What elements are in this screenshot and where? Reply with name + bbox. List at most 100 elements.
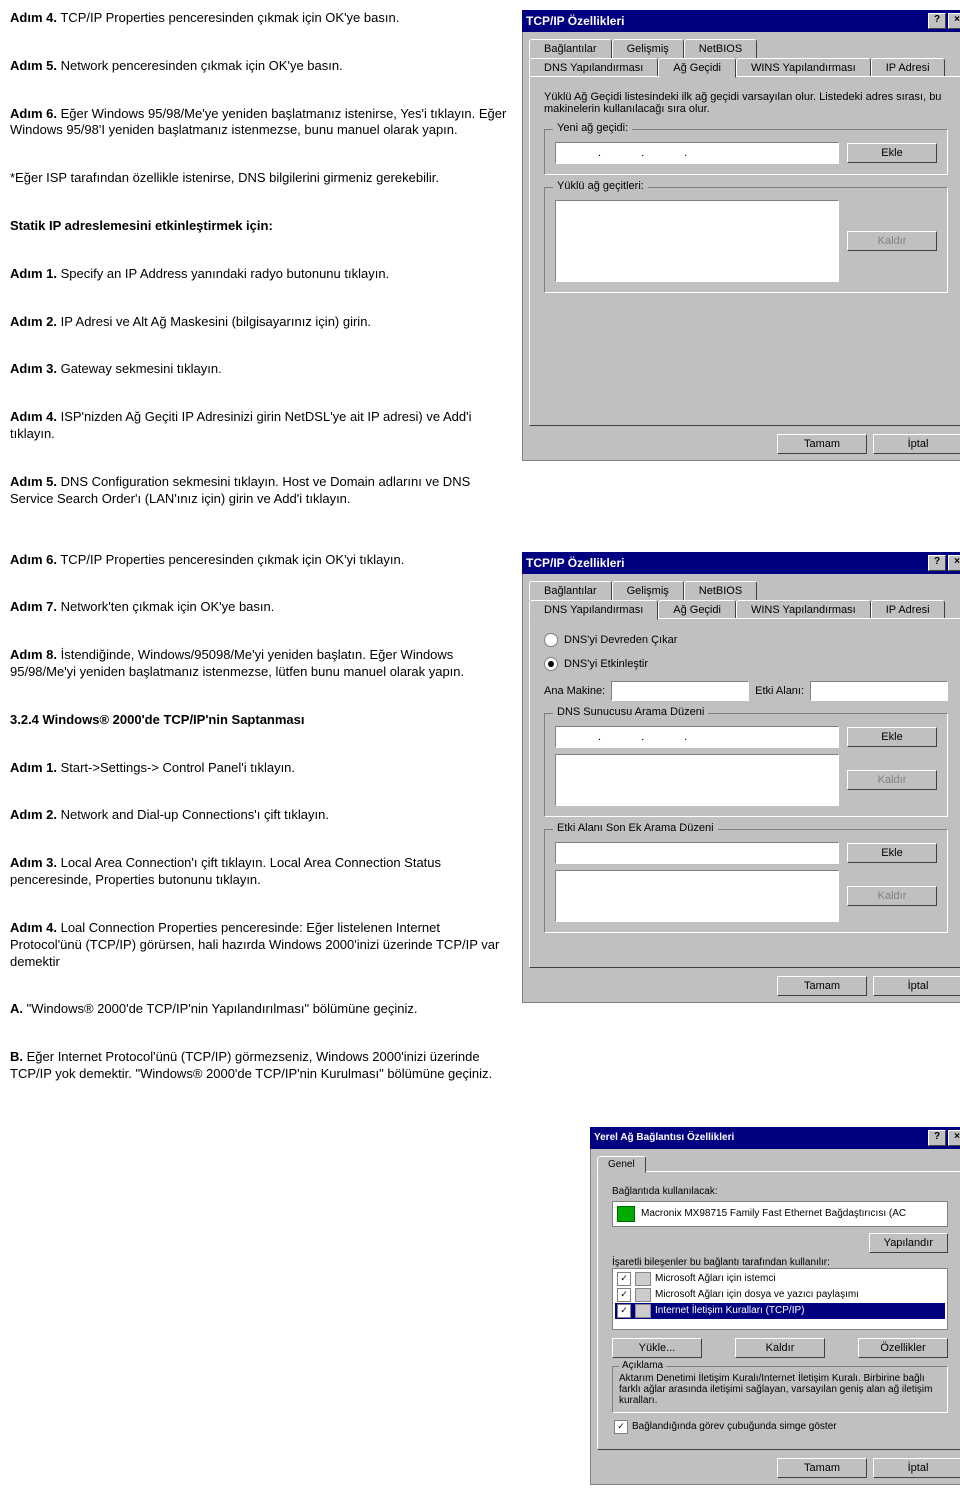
tab-wins[interactable]: WINS Yapılandırması: [736, 58, 871, 77]
suffix-list[interactable]: [555, 870, 839, 922]
step-label: Adım 5.: [10, 58, 57, 73]
lan-properties-dialog: Yerel Ağ Bağlantısı Özellikleri ? × Gene…: [590, 1127, 960, 1485]
remove-button[interactable]: Kaldır: [847, 231, 937, 251]
tab-gelismis[interactable]: Gelişmiş: [612, 39, 684, 58]
list-item[interactable]: ✓ Microsoft Ağları için dosya ve yazıcı …: [615, 1287, 945, 1303]
host-label: Ana Makine:: [544, 685, 605, 697]
tab-gelismis[interactable]: Gelişmiş: [612, 581, 684, 600]
tab-genel[interactable]: Genel: [597, 1156, 646, 1173]
tab-gateway[interactable]: Ağ Geçidi: [658, 58, 736, 78]
help-button[interactable]: ?: [928, 13, 946, 29]
help-button[interactable]: ?: [928, 555, 946, 571]
checkbox-icon[interactable]: ✓: [617, 1304, 631, 1318]
tab-ipadresi[interactable]: IP Adresi: [871, 58, 945, 77]
step-label: Adım 4.: [10, 409, 57, 424]
dns-list[interactable]: [555, 754, 839, 806]
host-input[interactable]: [611, 681, 749, 701]
dialog-titlebar: Yerel Ağ Bağlantısı Özellikleri ? ×: [590, 1127, 960, 1149]
tab-ipadresi[interactable]: IP Adresi: [871, 600, 945, 619]
instructions-section-1: Adım 4. TCP/IP Properties penceresinden …: [10, 10, 510, 522]
ip-input[interactable]: . . .: [555, 142, 839, 164]
close-button[interactable]: ×: [948, 555, 960, 571]
step-label: Adım 7.: [10, 599, 57, 614]
install-button[interactable]: Yükle...: [612, 1338, 702, 1358]
group-label: Yeni ağ geçidi:: [553, 122, 632, 134]
nic-icon: [617, 1206, 635, 1222]
remove-button[interactable]: Kaldır: [847, 886, 937, 906]
close-button[interactable]: ×: [948, 1130, 960, 1146]
dialog-title: TCP/IP Özellikleri: [526, 14, 624, 28]
suffix-input[interactable]: [555, 842, 839, 864]
gateways-list[interactable]: [555, 200, 839, 282]
nic-display: Macronix MX98715 Family Fast Ethernet Ba…: [612, 1201, 948, 1227]
component-icon: [635, 1272, 651, 1286]
uninstall-button[interactable]: Kaldır: [735, 1338, 825, 1358]
domain-label: Etki Alanı:: [755, 685, 804, 697]
tab-netbios[interactable]: NetBIOS: [684, 39, 757, 58]
group-label: Açıklama: [619, 1360, 666, 1371]
group-label: Yüklü ağ geçitleri:: [553, 180, 648, 192]
step-label: Adım 3.: [10, 855, 57, 870]
heading: 3.2.4 Windows® 2000'de TCP/IP'nin Saptan…: [10, 712, 510, 729]
ok-button[interactable]: Tamam: [777, 434, 867, 454]
components-list[interactable]: ✓ Microsoft Ağları için istemci ✓ Micros…: [612, 1268, 948, 1330]
item-label: A.: [10, 1001, 23, 1016]
domain-suffix-order-group: Etki Alanı Son Ek Arama Düzeni Ekle Kald…: [544, 829, 948, 933]
description-text: Aktarım Denetimi İletişim Kuralı/Interne…: [619, 1373, 941, 1406]
dialog-titlebar: TCP/IP Özellikleri ? ×: [522, 10, 960, 32]
installed-gateways-group: Yüklü ağ geçitleri: Kaldır: [544, 187, 948, 293]
new-gateway-group: Yeni ağ geçidi: . . . Ekle: [544, 129, 948, 175]
group-label: DNS Sunucusu Arama Düzeni: [553, 706, 708, 718]
step-label: Adım 5.: [10, 474, 57, 489]
dialog-titlebar: TCP/IP Özellikleri ? ×: [522, 552, 960, 574]
tab-wins[interactable]: WINS Yapılandırması: [736, 600, 871, 619]
step-label: Adım 1.: [10, 760, 57, 775]
tab-baglantilar[interactable]: Bağlantılar: [529, 39, 612, 58]
show-tray-checkbox[interactable]: ✓ Bağlandığında görev çubuğunda simge gö…: [612, 1419, 948, 1435]
step-label: Adım 6.: [10, 552, 57, 567]
checkbox-icon[interactable]: ✓: [617, 1288, 631, 1302]
tab-netbios[interactable]: NetBIOS: [684, 581, 757, 600]
step-label: Adım 6.: [10, 106, 57, 121]
cancel-button[interactable]: İptal: [873, 1458, 960, 1478]
step-label: Adım 3.: [10, 361, 57, 376]
ok-button[interactable]: Tamam: [777, 1458, 867, 1478]
checkbox-icon[interactable]: ✓: [614, 1420, 628, 1434]
ok-button[interactable]: Tamam: [777, 976, 867, 996]
properties-button[interactable]: Özellikler: [858, 1338, 948, 1358]
list-item-selected[interactable]: ✓ Internet İletişim Kuralları (TCP/IP): [615, 1303, 945, 1319]
add-button[interactable]: Ekle: [847, 843, 937, 863]
dialog-title: TCP/IP Özellikleri: [526, 556, 624, 570]
step-label: Adım 2.: [10, 314, 57, 329]
configure-button[interactable]: Yapılandır: [869, 1233, 948, 1253]
tab-description: Yüklü Ağ Geçidi listesindeki ilk ağ geçi…: [544, 91, 948, 115]
list-item[interactable]: ✓ Microsoft Ağları için istemci: [615, 1271, 945, 1287]
dns-ip-input[interactable]: . . .: [555, 726, 839, 748]
step-label: Adım 8.: [10, 647, 57, 662]
component-icon: [635, 1288, 651, 1302]
add-button[interactable]: Ekle: [847, 727, 937, 747]
tab-baglantilar[interactable]: Bağlantılar: [529, 581, 612, 600]
dns-server-order-group: DNS Sunucusu Arama Düzeni . . . Ekle Kal…: [544, 713, 948, 817]
tab-dns[interactable]: DNS Yapılandırması: [529, 58, 658, 77]
tab-gateway[interactable]: Ağ Geçidi: [658, 600, 736, 619]
add-button[interactable]: Ekle: [847, 143, 937, 163]
cancel-button[interactable]: İptal: [873, 434, 960, 454]
tab-dns[interactable]: DNS Yapılandırması: [529, 600, 658, 620]
component-icon: [635, 1304, 651, 1318]
close-button[interactable]: ×: [948, 13, 960, 29]
nic-name: Macronix MX98715 Family Fast Ethernet Ba…: [641, 1208, 906, 1219]
heading: Statik IP adreslemesini etkinleştirmek i…: [10, 218, 510, 235]
help-button[interactable]: ?: [928, 1130, 946, 1146]
note: *Eğer ISP tarafından özellikle istenirse…: [10, 170, 510, 187]
domain-input[interactable]: [810, 681, 948, 701]
tcpip-dns-dialog: TCP/IP Özellikleri ? × Bağlantılar Geliş…: [522, 552, 960, 1097]
checkbox-icon[interactable]: ✓: [617, 1272, 631, 1286]
dns-enable-radio[interactable]: DNS'yi Etkinleştir: [544, 657, 948, 671]
remove-button[interactable]: Kaldır: [847, 770, 937, 790]
instructions-section-2: Adım 6. TCP/IP Properties penceresinden …: [10, 552, 510, 1097]
step-label: Adım 4.: [10, 10, 57, 25]
tcpip-gateway-dialog: TCP/IP Özellikleri ? × Bağlantılar Geliş…: [522, 10, 960, 522]
dns-disable-radio[interactable]: DNS'yi Devreden Çıkar: [544, 633, 948, 647]
cancel-button[interactable]: İptal: [873, 976, 960, 996]
